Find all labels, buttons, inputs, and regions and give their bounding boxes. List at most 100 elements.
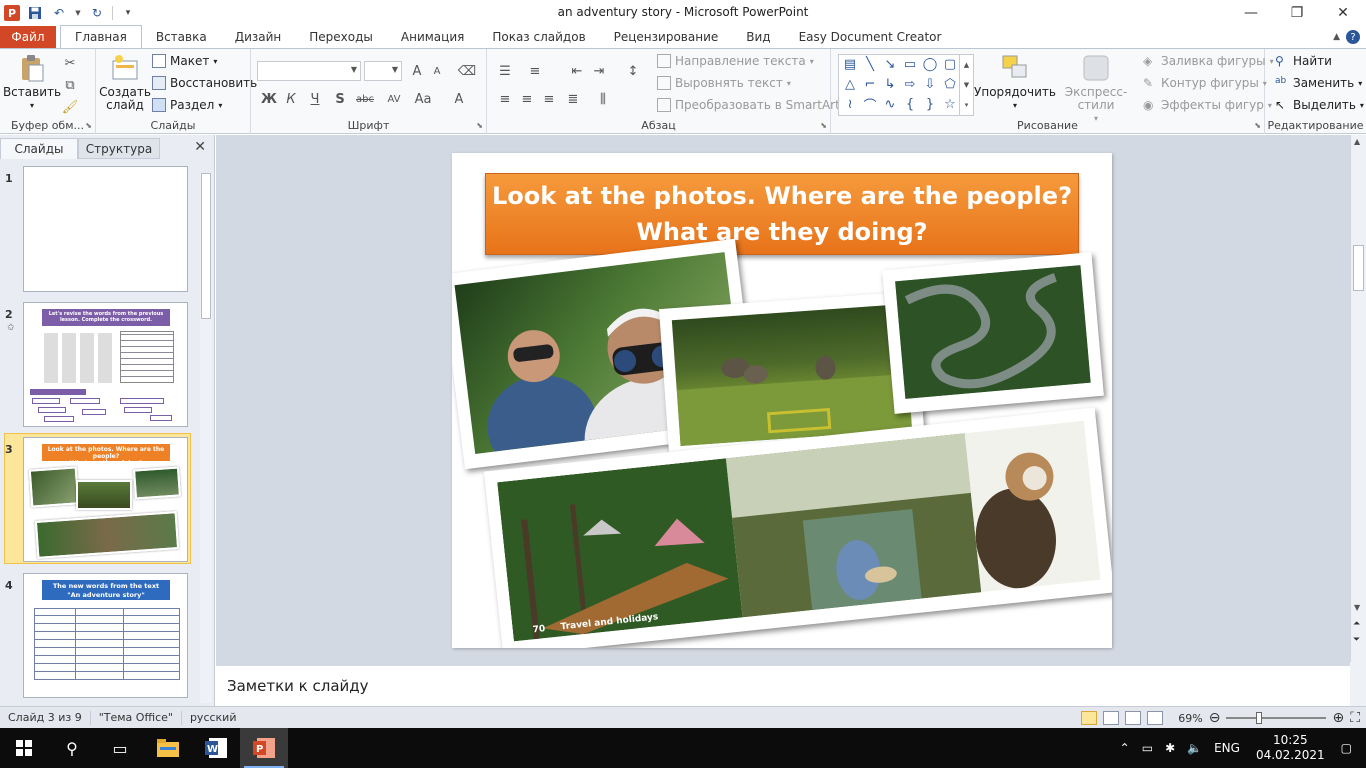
align-left-icon[interactable]: ≡ (495, 89, 515, 109)
textbox-shape-icon[interactable]: ▤ (841, 56, 859, 72)
right-arrow-shape-icon[interactable]: ⇨ (901, 76, 919, 92)
slide-vertical-scrollbar[interactable]: ▲ ▼ ⏶ ⏷ (1350, 135, 1366, 662)
input-language[interactable]: ENG (1208, 741, 1246, 755)
close-button[interactable]: ✕ (1320, 0, 1366, 26)
arrange-button[interactable]: Упорядочить ▾ (974, 53, 1056, 112)
customize-toolbar-icon[interactable]: ▾ (119, 4, 137, 22)
paragraph-launcher-icon[interactable]: ⬊ (820, 121, 827, 130)
shape-effects-button[interactable]: ◉ Эффекты фигур ▾ (1143, 98, 1272, 112)
tab-home[interactable]: Главная (60, 25, 142, 48)
layout-button[interactable]: Макет ▾ (152, 54, 217, 68)
shape-fill-button[interactable]: ◈ Заливка фигуры ▾ (1143, 54, 1274, 68)
tray-expand-icon[interactable]: ⌃ (1114, 741, 1136, 755)
zoom-slider[interactable] (1226, 712, 1327, 724)
slide-thumbnail-3[interactable]: Look at the photos. Where are the people… (23, 437, 188, 562)
curve-shape-icon[interactable]: ⌒ (861, 96, 879, 114)
drawing-launcher-icon[interactable]: ⬊ (1254, 121, 1261, 130)
slide-thumbnail-4[interactable]: The new words from the text "An adventur… (23, 573, 188, 698)
bold-button[interactable]: Ж (259, 89, 279, 109)
right-brace-shape-icon[interactable]: } (921, 96, 939, 112)
zoom-level[interactable]: 69% (1169, 712, 1202, 725)
undo-dropdown-icon[interactable]: ▼ (74, 4, 82, 22)
clear-format-icon[interactable]: ⌫ (457, 61, 477, 81)
rounded-rect-shape-icon[interactable]: ▢ (941, 56, 959, 72)
restore-button[interactable]: ❐ (1274, 0, 1320, 26)
font-color-button[interactable]: A (449, 89, 469, 109)
battery-icon[interactable]: ▭ (1136, 741, 1159, 755)
align-text-button[interactable]: Выровнять текст ▾ (657, 76, 791, 90)
slide-sorter-view-icon[interactable] (1102, 711, 1119, 725)
line-shape-icon[interactable]: ╲ (861, 56, 879, 72)
minimize-ribbon-icon[interactable]: ▲ (1333, 32, 1340, 42)
replace-button[interactable]: ab Заменить ▾ (1275, 76, 1362, 90)
start-windows-icon[interactable] (0, 728, 48, 768)
wifi-icon[interactable]: ✱ (1159, 741, 1181, 755)
arrow-line-shape-icon[interactable]: ↘ (881, 56, 899, 72)
new-slide-button[interactable]: Создать слайд (99, 53, 151, 112)
slide-thumbnail-2[interactable]: Let's revise the words from the previous… (23, 302, 188, 427)
oval-shape-icon[interactable]: ◯ (921, 56, 939, 72)
left-brace-shape-icon[interactable]: { (901, 96, 919, 112)
slide-scroll-thumb[interactable] (1353, 245, 1364, 291)
tab-slideshow[interactable]: Показ слайдов (478, 26, 599, 48)
clipboard-launcher-icon[interactable]: ⬊ (85, 121, 92, 130)
reset-button[interactable]: Восстановить (152, 76, 257, 90)
previous-slide-icon[interactable]: ⏶ (1353, 619, 1360, 629)
align-center-icon[interactable]: ≡ (517, 89, 537, 109)
powerpoint-taskbar-icon[interactable]: P (240, 728, 288, 768)
search-icon[interactable]: ⚲ (48, 728, 96, 768)
justify-icon[interactable]: ≣ (563, 89, 583, 109)
italic-button[interactable]: К (281, 89, 301, 109)
shape-outline-button[interactable]: ✎ Контур фигуры ▾ (1143, 76, 1267, 90)
shadow-button[interactable]: S (330, 89, 350, 109)
star-shape-icon[interactable]: ☆ (941, 96, 959, 112)
zoom-out-icon[interactable]: ⊖ (1209, 710, 1221, 726)
tab-review[interactable]: Рецензирование (600, 26, 733, 48)
font-size-combo[interactable]: ▼ (364, 61, 402, 81)
copy-icon[interactable]: ⧉ (60, 75, 80, 95)
decrease-indent-icon[interactable]: ⇤ (567, 61, 587, 81)
fit-to-window-icon[interactable]: ⛶ (1350, 710, 1360, 726)
smartart-button[interactable]: Преобразовать в SmartArt▾ (657, 98, 848, 112)
font-name-combo[interactable]: ▼ (257, 61, 361, 81)
quick-styles-button[interactable]: Экспресс-стили ▾ (1053, 53, 1139, 125)
slide-title[interactable]: Look at the photos. Where are the people… (485, 173, 1079, 255)
scribble-shape-icon[interactable]: ∿ (881, 96, 899, 112)
increase-indent-icon[interactable]: ⇥ (589, 61, 609, 81)
tab-file[interactable]: Файл (0, 26, 56, 48)
numbering-icon[interactable]: ≡ (525, 61, 545, 81)
change-case-button[interactable]: Aa (411, 89, 435, 109)
find-button[interactable]: ⚲ Найти (1275, 54, 1332, 68)
text-direction-button[interactable]: Направление текста ▾ (657, 54, 814, 68)
tab-transitions[interactable]: Переходы (295, 26, 387, 48)
tab-design[interactable]: Дизайн (221, 26, 296, 48)
rectangle-shape-icon[interactable]: ▭ (901, 56, 919, 72)
freeform-shape-icon[interactable]: ≀ (841, 96, 859, 112)
grow-font-button[interactable]: A (407, 61, 427, 81)
slide-canvas[interactable]: Look at the photos. Where are the people… (452, 153, 1112, 648)
theme-name[interactable]: "Тема Office" (91, 710, 182, 725)
tab-insert[interactable]: Вставка (142, 26, 221, 48)
slides-panel-scrollbar[interactable] (200, 173, 212, 703)
flowchart-shape-icon[interactable]: ⬠ (941, 76, 959, 92)
redo-icon[interactable]: ↻ (88, 4, 106, 22)
paste-button[interactable]: Вставить ▾ (3, 53, 61, 112)
undo-icon[interactable]: ↶ (50, 4, 68, 22)
shapes-gallery[interactable]: ▤ ╲ ↘ ▭ ◯ ▢ △ ⌐ ↳ ⇨ ⇩ ⬠ ≀ ⌒ ∿ { } ☆ ▲ ▼ ▾ (838, 54, 974, 116)
tab-view[interactable]: Вид (732, 26, 784, 48)
format-painter-icon[interactable]: 🖌 (60, 97, 80, 117)
scroll-up-icon[interactable]: ▲ (1354, 137, 1360, 146)
underline-button[interactable]: Ч (305, 89, 325, 109)
file-explorer-icon[interactable] (144, 728, 192, 768)
reading-view-icon[interactable] (1124, 711, 1141, 725)
clock[interactable]: 10:25 04.02.2021 (1246, 733, 1335, 763)
shrink-font-button[interactable]: A (427, 61, 447, 81)
help-icon[interactable]: ? (1346, 30, 1360, 44)
align-right-icon[interactable]: ≡ (539, 89, 559, 109)
minimize-button[interactable]: — (1228, 0, 1274, 26)
close-panel-icon[interactable]: ✕ (194, 139, 206, 155)
elbow-arrow-shape-icon[interactable]: ↳ (881, 76, 899, 92)
save-icon[interactable] (26, 4, 44, 22)
tab-outline-panel[interactable]: Структура (78, 138, 160, 159)
section-button[interactable]: Раздел ▾ (152, 98, 222, 112)
